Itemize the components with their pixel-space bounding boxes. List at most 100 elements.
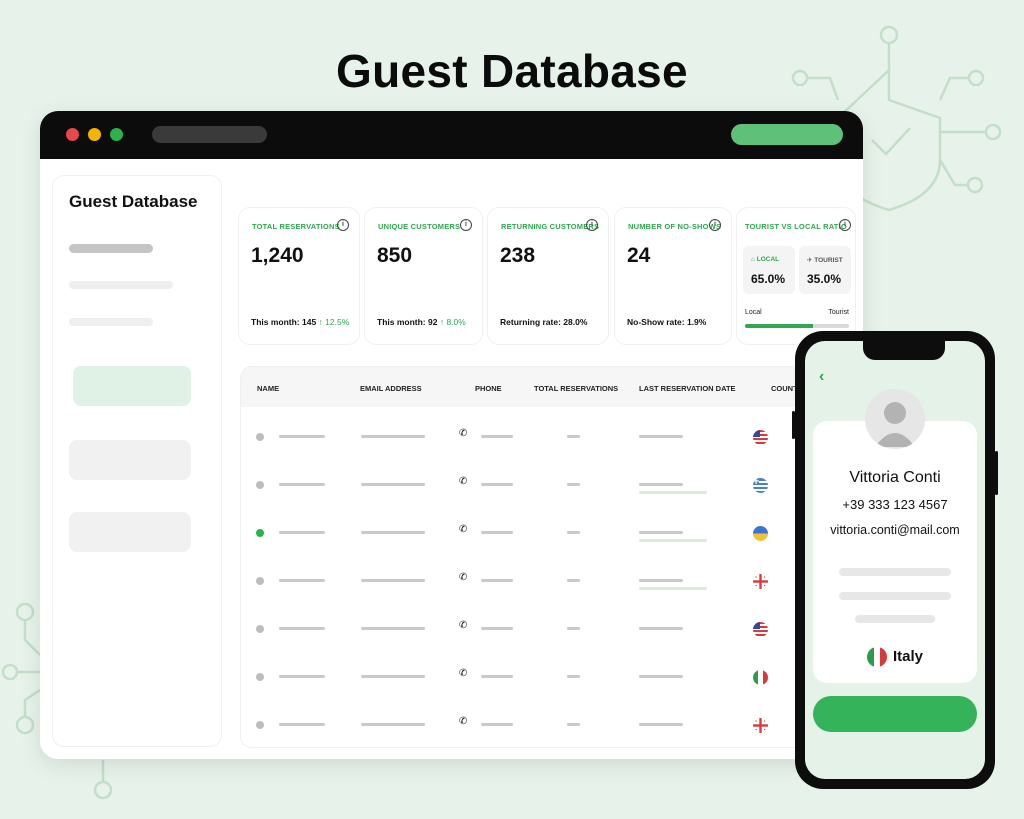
back-chevron-icon[interactable]: ‹ [819,368,824,386]
date-highlight-line [639,587,707,590]
reservations-placeholder [567,723,580,726]
name-placeholder [279,483,325,486]
minimize-window-dot[interactable] [88,128,101,141]
table-header: NAME EMAIL ADDRESS PHONE TOTAL RESERVATI… [241,367,861,407]
guest-phone: +39 333 123 4567 [842,497,948,512]
phone-icon: ✆ [459,428,468,439]
phone-placeholder [481,531,513,534]
date-placeholder [639,723,683,726]
column-header-name[interactable]: NAME [257,384,279,393]
stat-card-unique-customers: UNIQUE CUSTOMERS i 850 This month: 92 ↑ … [364,207,483,345]
tourist-ratio-box: ✈ TOURIST 35.0% [799,246,851,294]
table-row[interactable]: ✆ [241,413,861,459]
info-icon[interactable]: i [460,219,472,231]
phone-icon: ✆ [459,572,468,583]
column-header-total-reservations[interactable]: TOTAL RESERVATIONS [534,384,618,393]
sidebar-nav-item-active[interactable] [73,366,191,406]
address-bar[interactable] [152,126,267,143]
ratio-bar-tourist-label: Tourist [828,309,849,316]
close-window-dot[interactable] [66,128,79,141]
sidebar-nav-item[interactable] [69,440,191,480]
ratio-bar-local-label: Local [745,309,762,316]
stat-value: 850 [377,244,413,267]
browser-titlebar [40,111,863,159]
phone-primary-button[interactable] [813,696,977,732]
email-placeholder [361,483,425,486]
status-dot [256,529,264,537]
stat-value: 1,240 [251,244,304,267]
sidebar-title: Guest Database [69,192,198,211]
status-dot [256,577,264,585]
stat-value: 238 [500,244,536,267]
email-placeholder [361,675,425,678]
phone-placeholder [481,675,513,678]
date-placeholder [639,579,683,582]
stat-label: NUMBER OF NO-SHOWS [628,222,722,231]
page-hero-title: Guest Database [336,45,688,97]
info-icon[interactable]: i [709,219,721,231]
table-row[interactable]: ✆ [241,605,861,651]
phone-icon: ✆ [459,668,468,679]
sidebar-placeholder-line [69,318,153,326]
plane-icon: ✈ [807,257,813,264]
column-header-email[interactable]: EMAIL ADDRESS [360,384,422,393]
name-placeholder [279,627,325,630]
phone-icon: ✆ [459,524,468,535]
phone-icon: ✆ [459,716,468,727]
phone-screen: ‹ Vittoria Conti +39 333 123 4567 vittor… [805,341,985,779]
column-header-phone[interactable]: PHONE [475,384,502,393]
name-placeholder [279,675,325,678]
name-placeholder [279,531,325,534]
sidebar-placeholder-line [69,281,173,289]
reservations-placeholder [567,627,580,630]
maximize-window-dot[interactable] [110,128,123,141]
georgia-flag-icon [753,574,768,589]
status-dot [256,625,264,633]
email-placeholder [361,627,425,630]
phone-icon: ✆ [459,476,468,487]
stat-footnote: No-Show rate: 1.9% [627,317,707,327]
status-dot [256,433,264,441]
stat-footnote: This month: 145 ↑ 12.5% [251,317,350,327]
sidebar-nav-item[interactable] [69,512,191,552]
phone-placeholder [481,483,513,486]
stat-label: TOTAL RESERVATIONS [252,222,340,231]
email-placeholder [361,723,425,726]
guest-table: NAME EMAIL ADDRESS PHONE TOTAL RESERVATI… [240,366,862,748]
phone-device: ‹ Vittoria Conti +39 333 123 4567 vittor… [792,331,998,789]
ukraine-flag-icon [753,526,768,541]
table-row[interactable]: ✆ [241,653,861,699]
name-placeholder [279,723,325,726]
greece-flag-icon [753,478,768,493]
titlebar-action-button[interactable] [731,124,843,145]
usa-flag-icon [753,622,768,637]
date-highlight-line [639,491,707,494]
browser-window: Guest Database TOTAL RESERVATIONS i 1,24… [40,111,863,759]
phone-icon: ✆ [459,620,468,631]
date-placeholder [639,675,683,678]
name-placeholder [279,579,325,582]
table-row[interactable]: ✆ [241,557,861,603]
status-dot [256,673,264,681]
email-placeholder [361,435,425,438]
italy-flag-icon [867,647,887,667]
column-header-last-reservation-date[interactable]: LAST RESERVATION DATE [639,384,736,393]
tourist-ratio-value: 35.0% [807,272,842,286]
date-placeholder [639,435,683,438]
table-row[interactable]: ✆ [241,701,861,747]
reservations-placeholder [567,483,580,486]
stat-card-returning-customers: RETURNING CUSTOMERS i 238 Returning rate… [487,207,609,345]
info-icon[interactable]: i [839,219,851,231]
date-placeholder [639,627,683,630]
ratio-progress-fill [745,324,813,328]
table-row[interactable]: ✆ [241,509,861,555]
table-row[interactable]: ✆ [241,461,861,507]
stat-card-no-shows: NUMBER OF NO-SHOWS i 24 No-Show rate: 1.… [614,207,732,345]
info-icon[interactable]: i [586,219,598,231]
local-ratio-value: 65.0% [751,272,786,286]
email-placeholder [361,531,425,534]
info-icon[interactable]: i [337,219,349,231]
phone-notch [863,341,945,360]
status-dot [256,721,264,729]
stat-value: 24 [627,244,651,267]
